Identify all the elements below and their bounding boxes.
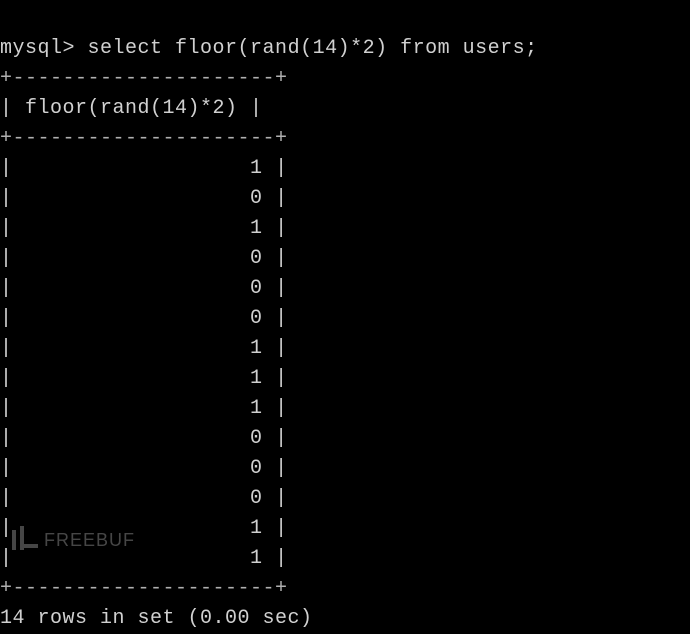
table-row: | 0 |: [0, 307, 288, 330]
mysql-prompt: mysql>: [0, 37, 75, 60]
table-row: | 1 |: [0, 517, 288, 540]
table-row: | 0 |: [0, 247, 288, 270]
table-border-mid: +---------------------+: [0, 127, 288, 150]
table-row: | 0 |: [0, 427, 288, 450]
table-header-row: | floor(rand(14)*2) |: [0, 97, 263, 120]
table-row: | 1 |: [0, 397, 288, 420]
mysql-prompt-line: mysql> select floor(rand(14)*2) from use…: [0, 37, 538, 60]
table-row: | 0 |: [0, 457, 288, 480]
sql-query: select floor(rand(14)*2) from users;: [88, 37, 538, 60]
table-row: | 0 |: [0, 187, 288, 210]
table-row: | 1 |: [0, 337, 288, 360]
terminal-output: mysql> select floor(rand(14)*2) from use…: [0, 4, 690, 634]
table-row: | 1 |: [0, 547, 288, 570]
table-border-bottom: +---------------------+: [0, 577, 288, 600]
table-row: | 0 |: [0, 277, 288, 300]
table-row: | 1 |: [0, 217, 288, 240]
table-row: | 1 |: [0, 367, 288, 390]
table-row: | 0 |: [0, 487, 288, 510]
table-border-top: +---------------------+: [0, 67, 288, 90]
table-row: | 1 |: [0, 157, 288, 180]
result-status: 14 rows in set (0.00 sec): [0, 607, 313, 630]
